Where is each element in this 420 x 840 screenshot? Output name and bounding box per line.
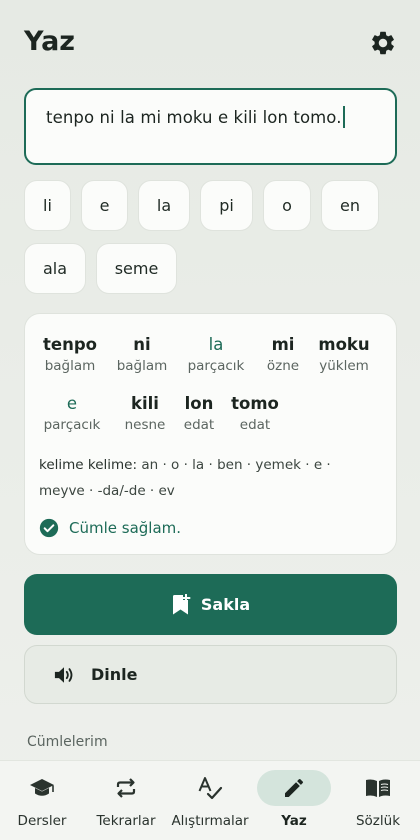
word-role: bağlam bbox=[44, 358, 96, 374]
word-token[interactable]: moku yüklem bbox=[315, 335, 373, 375]
word-token[interactable]: lon edat bbox=[179, 394, 219, 434]
suggestion-chip[interactable]: en bbox=[321, 180, 379, 231]
tab-label: Alıştırmalar bbox=[171, 813, 249, 829]
speaker-icon bbox=[54, 666, 73, 683]
text-caret bbox=[342, 106, 345, 128]
word-role: parçacık bbox=[43, 417, 101, 433]
word-role: bağlam bbox=[116, 358, 168, 374]
repeat-icon bbox=[116, 778, 136, 798]
word-by-word-gloss: kelime kelime: an · o · la · ben · yemek… bbox=[39, 452, 379, 504]
word-role: yüklem bbox=[319, 358, 369, 374]
book-icon bbox=[366, 779, 390, 797]
word-token[interactable]: kili nesne bbox=[119, 394, 171, 434]
page-title: Yaz bbox=[24, 26, 76, 57]
word-role: özne bbox=[266, 358, 300, 374]
sentence-input-text: tenpo ni la mi moku e kili lon tomo. bbox=[46, 108, 342, 127]
gloss-label: kelime kelime: bbox=[39, 457, 138, 473]
word-text: ni bbox=[133, 335, 151, 354]
suggestion-chip[interactable]: seme bbox=[96, 243, 177, 294]
pencil-icon bbox=[285, 778, 304, 797]
listen-button[interactable]: Dinle bbox=[24, 645, 397, 704]
suggestion-chip[interactable]: e bbox=[81, 180, 128, 231]
word-role: edat bbox=[239, 417, 271, 433]
suggestion-chip[interactable]: o bbox=[263, 180, 311, 231]
validation-status: Cümle sağlam. bbox=[39, 516, 181, 540]
tab-label: Sözlük bbox=[355, 813, 401, 829]
status-text: Cümle sağlam. bbox=[69, 519, 182, 537]
word-role: edat bbox=[183, 417, 215, 433]
word-token[interactable]: mi özne bbox=[261, 335, 305, 375]
my-sentences-heading: Cümlelerim bbox=[27, 734, 108, 750]
word-text: moku bbox=[318, 335, 370, 354]
tab-label: Yaz bbox=[281, 813, 307, 829]
tab-exercises[interactable]: Alıştırmalar bbox=[168, 761, 252, 840]
suggestion-chip[interactable]: pi bbox=[200, 180, 253, 231]
save-button[interactable]: Sakla bbox=[24, 574, 397, 635]
word-role: nesne bbox=[124, 417, 166, 433]
tab-label: Tekrarlar bbox=[96, 813, 156, 829]
save-button-label: Sakla bbox=[200, 595, 251, 614]
sentence-analysis-card: tenpo bağlam ni bağlam la parçacık mi öz… bbox=[24, 313, 397, 555]
word-text: mi bbox=[271, 335, 295, 354]
check-circle-icon bbox=[39, 518, 59, 538]
tab-label: Dersler bbox=[17, 813, 67, 829]
word-text: lon bbox=[184, 394, 214, 413]
word-text: kili bbox=[131, 394, 159, 413]
word-token[interactable]: ni bağlam bbox=[113, 335, 171, 375]
sentence-input[interactable]: tenpo ni la mi moku e kili lon tomo. bbox=[24, 88, 397, 165]
gear-icon[interactable] bbox=[369, 29, 397, 57]
tab-write[interactable]: Yaz bbox=[252, 761, 336, 840]
bottom-navigation: Dersler Tekrarlar Alıştırmalar Yaz Sözlü… bbox=[0, 760, 420, 840]
word-token[interactable]: la parçacık bbox=[183, 335, 249, 375]
active-tab-indicator bbox=[257, 770, 331, 806]
word-text: tomo bbox=[231, 394, 279, 413]
spellcheck-icon bbox=[198, 777, 223, 800]
tab-lessons[interactable]: Dersler bbox=[0, 761, 84, 840]
listen-button-label: Dinle bbox=[91, 665, 138, 684]
tab-reviews[interactable]: Tekrarlar bbox=[84, 761, 168, 840]
tab-dictionary[interactable]: Sözlük bbox=[336, 761, 420, 840]
word-text: la bbox=[208, 335, 224, 354]
word-token[interactable]: e parçacık bbox=[39, 394, 105, 434]
bookmark-plus-icon bbox=[172, 593, 191, 614]
graduation-cap-icon bbox=[30, 779, 54, 796]
word-text: tenpo bbox=[43, 335, 97, 354]
header: Yaz bbox=[0, 0, 420, 84]
suggestion-chip[interactable]: ala bbox=[24, 243, 86, 294]
word-token[interactable]: tomo edat bbox=[229, 394, 281, 434]
suggestion-chip[interactable]: la bbox=[138, 180, 190, 231]
word-role: parçacık bbox=[187, 358, 245, 374]
suggestion-chip[interactable]: li bbox=[24, 180, 71, 231]
word-text: e bbox=[66, 394, 78, 413]
word-token[interactable]: tenpo bağlam bbox=[39, 335, 101, 375]
